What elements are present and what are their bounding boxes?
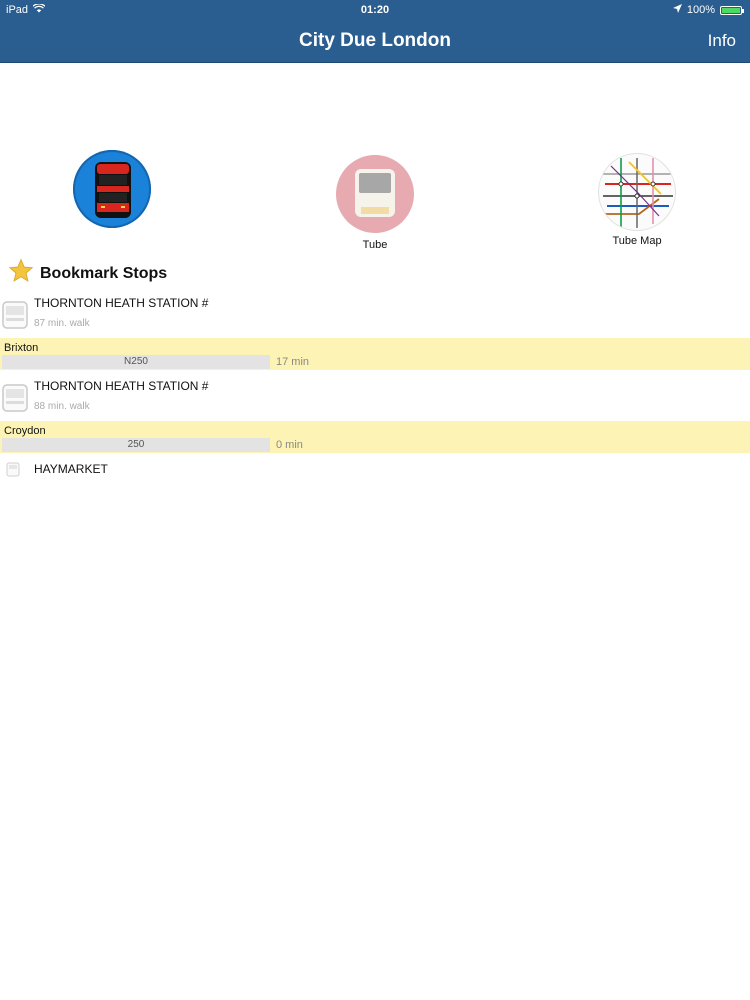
tube-map-icon[interactable] bbox=[598, 153, 676, 231]
route-row[interactable]: Croydon 250 0 min bbox=[0, 421, 750, 453]
stop-name: THORNTON HEATH STATION # bbox=[34, 296, 209, 310]
page-title: City Due London bbox=[299, 30, 451, 51]
route-eta: 17 min bbox=[276, 356, 310, 368]
route-number-badge: 250 bbox=[2, 438, 270, 452]
bus-stop-icon bbox=[2, 384, 28, 419]
route-destination: Croydon bbox=[4, 425, 46, 437]
tube-map-launcher[interactable]: Tube Map bbox=[592, 153, 682, 247]
clock: 01:20 bbox=[360, 4, 390, 16]
tube-launcher[interactable]: Tube bbox=[336, 155, 414, 251]
star-icon bbox=[8, 258, 34, 289]
bookmark-stop-row[interactable]: THORNTON HEATH STATION # 88 min. walk bbox=[0, 375, 750, 421]
battery-icon bbox=[720, 5, 744, 15]
bus-icon[interactable] bbox=[73, 150, 151, 228]
location-arrow-icon bbox=[672, 4, 682, 16]
tube-map-label: Tube Map bbox=[612, 235, 662, 247]
tube-label: Tube bbox=[362, 239, 388, 251]
stop-name: HAYMARKET bbox=[34, 462, 108, 476]
status-right: 100% bbox=[672, 4, 744, 16]
walk-time: 87 min. walk bbox=[34, 318, 90, 329]
bus-stop-icon bbox=[6, 462, 20, 483]
bookmark-stop-row[interactable]: THORNTON HEATH STATION # 87 min. walk bbox=[0, 292, 750, 338]
bookmark-title: Bookmark Stops bbox=[40, 264, 168, 282]
status-bar: iPad 01:20 100% bbox=[0, 0, 750, 20]
route-eta: 0 min bbox=[276, 439, 303, 451]
route-number-badge: N250 bbox=[2, 355, 270, 369]
info-button[interactable]: Info bbox=[708, 31, 736, 51]
tube-train-icon[interactable] bbox=[336, 155, 414, 233]
bus-stop-icon bbox=[2, 301, 28, 336]
bookmark-header: Bookmark Stops bbox=[8, 258, 167, 289]
bookmark-stop-row[interactable]: HAYMARKET bbox=[0, 458, 750, 484]
stop-name: THORNTON HEATH STATION # bbox=[34, 379, 209, 393]
bus-launcher[interactable] bbox=[73, 150, 151, 234]
battery-fill bbox=[722, 7, 740, 13]
route-row[interactable]: Brixton N250 17 min bbox=[0, 338, 750, 370]
walk-time: 88 min. walk bbox=[34, 401, 90, 412]
battery-percent: 100% bbox=[686, 4, 715, 16]
route-destination: Brixton bbox=[4, 342, 39, 354]
navigation-bar: City Due London Info bbox=[0, 20, 750, 63]
